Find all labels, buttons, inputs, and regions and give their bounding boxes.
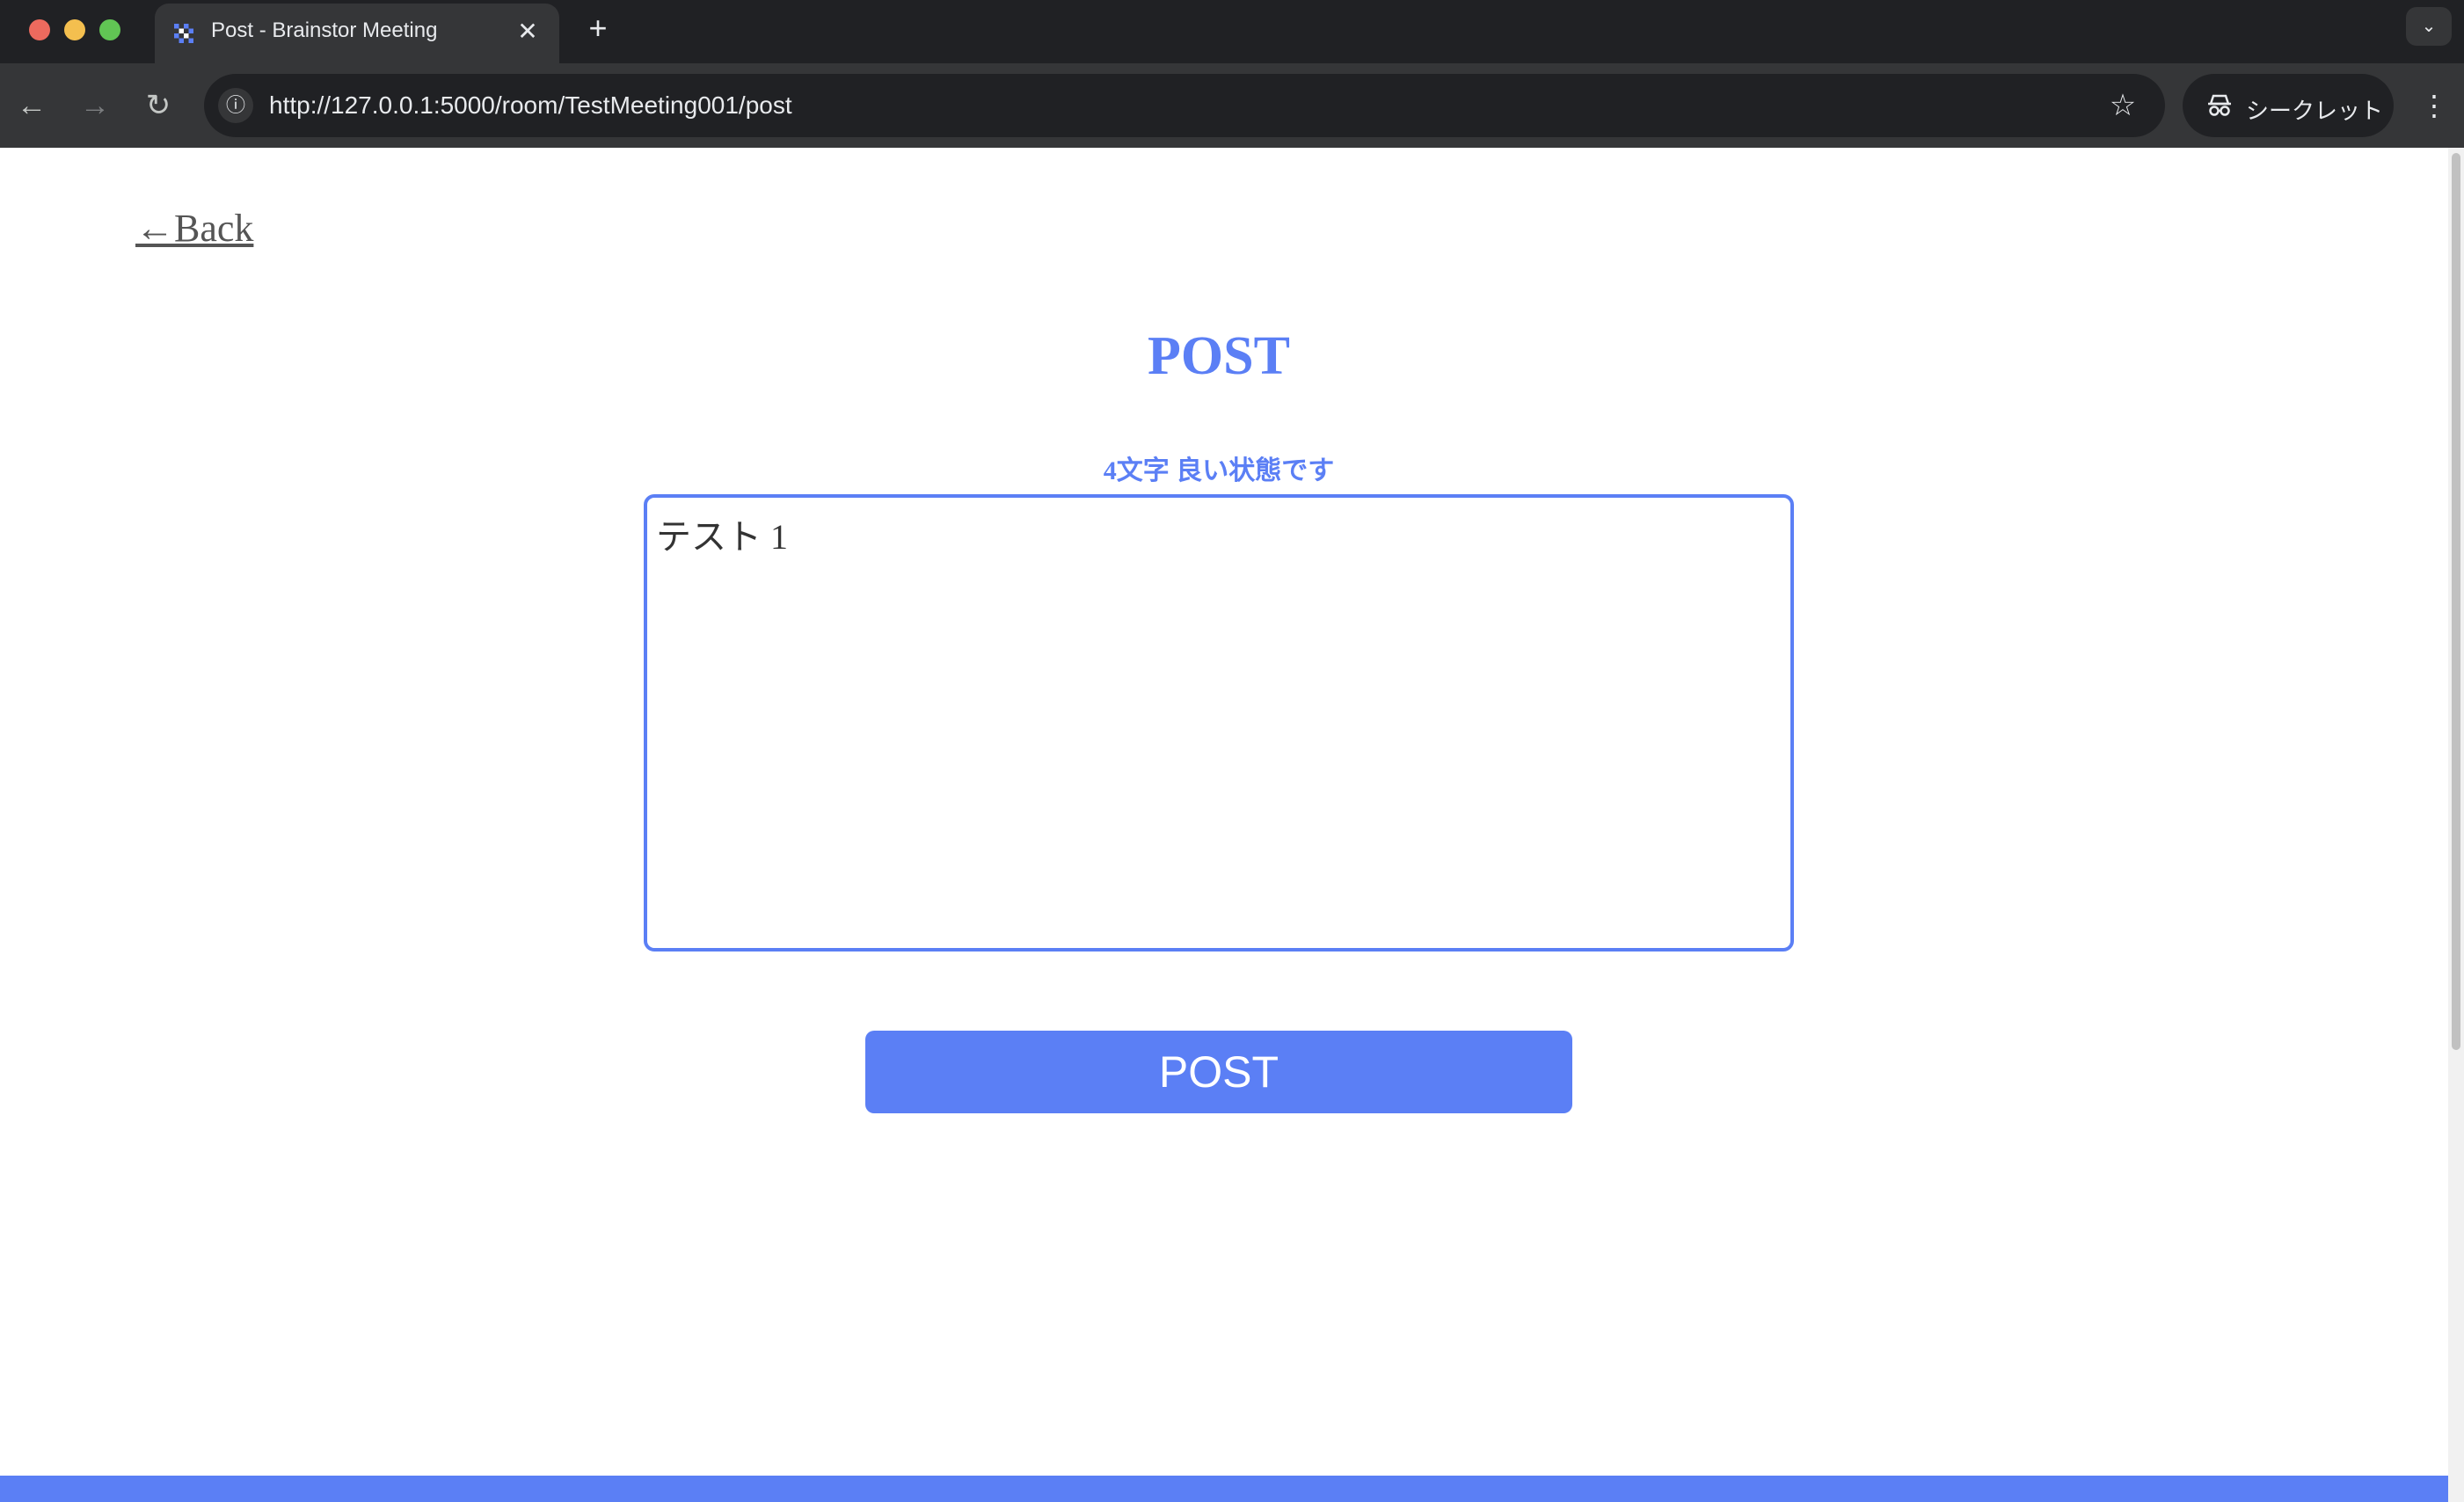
window-minimize-button[interactable] bbox=[64, 19, 85, 40]
scrollbar-thumb[interactable] bbox=[2452, 153, 2460, 1050]
post-textarea[interactable]: テスト 1 bbox=[644, 494, 1794, 952]
browser-toolbar: ← → ↻ ⓘ http://127.0.0.1:5000/room/TestM… bbox=[0, 63, 2464, 148]
page-scrollbar[interactable] bbox=[2448, 148, 2464, 1502]
incognito-label: シークレット bbox=[2246, 98, 2384, 124]
incognito-indicator[interactable]: シークレット bbox=[2183, 74, 2394, 137]
footer-bar bbox=[0, 1476, 2448, 1502]
browser-tab-active[interactable]: Post - Brainstor Meeting ✕ bbox=[155, 4, 559, 63]
new-tab-icon[interactable]: + bbox=[580, 11, 616, 46]
site-info-icon[interactable]: ⓘ bbox=[218, 88, 253, 123]
tab-close-icon[interactable]: ✕ bbox=[512, 16, 543, 47]
character-count-status: 4文字 良い状態です bbox=[1103, 456, 1335, 485]
browser-tab-strip: Post - Brainstor Meeting ✕ + ⌄ bbox=[0, 0, 2464, 63]
address-bar-url[interactable]: http://127.0.0.1:5000/room/TestMeeting00… bbox=[269, 91, 792, 120]
window-maximize-button[interactable] bbox=[99, 19, 120, 40]
page-title: POST bbox=[1148, 326, 1290, 386]
reload-icon[interactable]: ↻ bbox=[137, 84, 179, 127]
tab-title: Post - Brainstor Meeting bbox=[211, 18, 438, 42]
incognito-icon bbox=[2208, 94, 2231, 116]
bookmark-star-icon[interactable]: ☆ bbox=[2103, 86, 2142, 125]
address-bar[interactable]: ⓘ http://127.0.0.1:5000/room/TestMeeting… bbox=[204, 74, 2165, 137]
back-arrow-icon[interactable]: ← bbox=[11, 84, 53, 127]
window-close-button[interactable] bbox=[29, 19, 50, 40]
post-submit-button[interactable]: POST bbox=[865, 1031, 1572, 1113]
forward-arrow-icon[interactable]: → bbox=[74, 84, 116, 127]
page-content: ←Back POST 4文字 良い状態です テスト 1 POST bbox=[0, 148, 2464, 1502]
back-link[interactable]: ←Back bbox=[135, 206, 253, 251]
tab-search-menu-button[interactable]: ⌄ bbox=[2406, 7, 2452, 46]
browser-menu-icon[interactable]: ⋮ bbox=[2417, 84, 2452, 127]
site-favicon-icon bbox=[174, 24, 193, 43]
